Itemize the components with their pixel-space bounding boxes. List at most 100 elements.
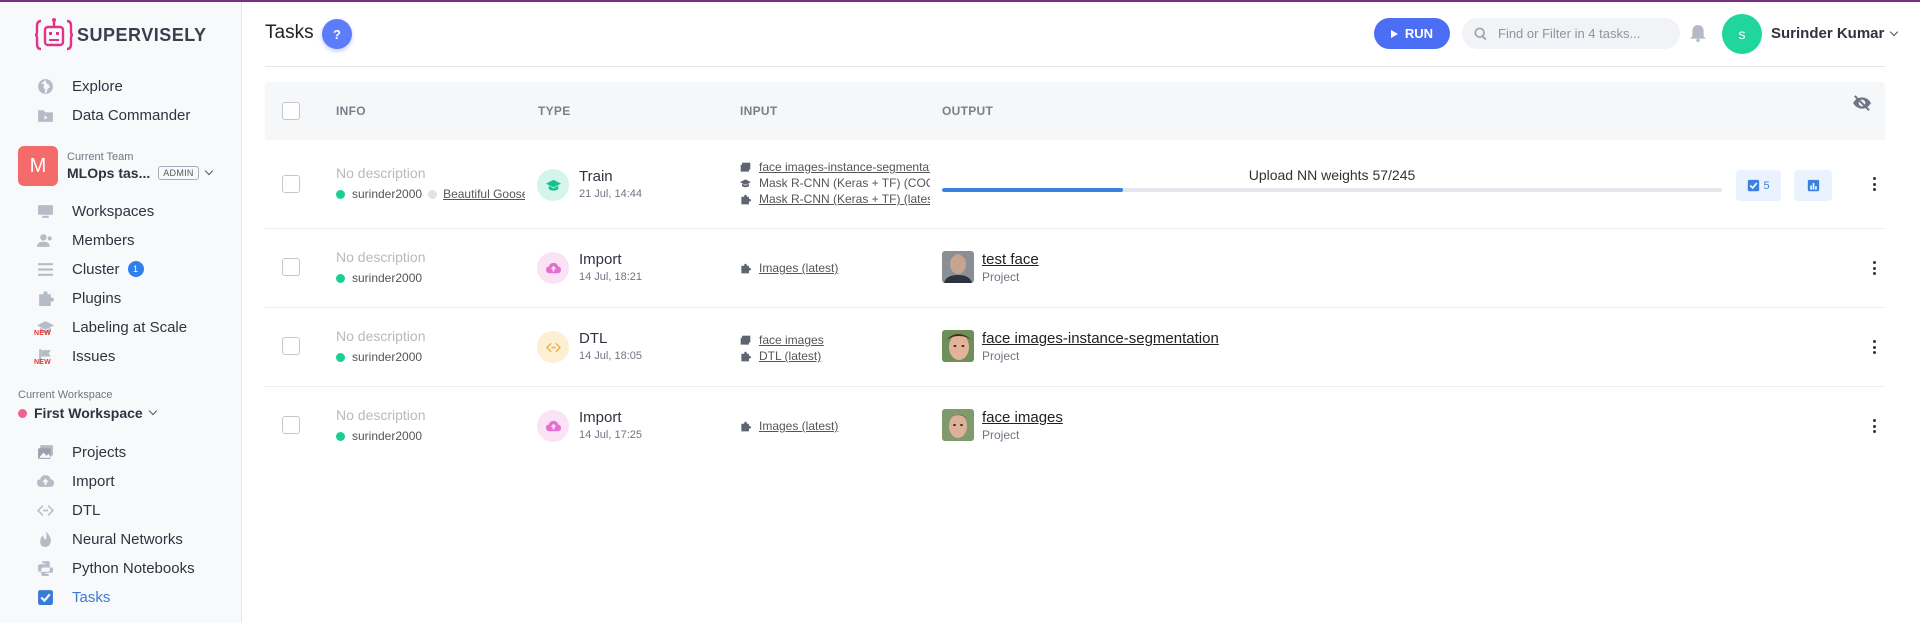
search-icon	[1474, 26, 1487, 40]
owner-name: surinder2000	[352, 271, 423, 285]
sidebar-item-members[interactable]: Members	[36, 228, 135, 252]
input-item[interactable]: Images (latest)	[740, 261, 930, 275]
avatar[interactable]: s	[1722, 14, 1762, 54]
team-caption: Current Team	[67, 151, 134, 163]
sidebar-item-plugins[interactable]: Plugins	[36, 286, 121, 310]
input-link[interactable]: Images (latest)	[759, 419, 838, 433]
team-switcher[interactable]: M Current Team MLOps tas... ADMIN	[18, 146, 213, 186]
checkpoints-count: 5	[1763, 179, 1770, 192]
chevron-down-icon	[148, 406, 157, 416]
input-item[interactable]: Images (latest)	[740, 419, 930, 433]
input-link[interactable]: DTL (latest)	[759, 349, 821, 363]
sidebar-item-label: Issues	[72, 347, 116, 365]
input-text: Mask R-CNN (Keras + TF) (COCO)	[759, 176, 930, 190]
output-project-link[interactable]: test face	[982, 251, 1039, 268]
column-header-info: INFO	[336, 104, 366, 118]
run-button[interactable]: RUN	[1374, 18, 1450, 49]
input-item: Mask R-CNN (Keras + TF) (COCO)	[740, 176, 930, 190]
graduation-cap-icon	[740, 178, 751, 187]
logo[interactable]: SUPERVISELY	[35, 16, 207, 54]
owner-name: surinder2000	[352, 187, 423, 201]
row-checkbox[interactable]	[282, 175, 300, 193]
sidebar-item-label: Explore	[72, 77, 123, 95]
output-project-link[interactable]: face images	[982, 409, 1063, 426]
monitor-icon	[36, 202, 54, 220]
table-row[interactable]: No description surinder2000 Import 14 Ju…	[265, 229, 1885, 308]
input-item[interactable]: face images-instance-segmentation	[740, 160, 930, 174]
row-menu-icon[interactable]	[1872, 340, 1876, 354]
sidebar-item-labeling-at-scale[interactable]: NEW Labeling at Scale	[34, 315, 187, 339]
workspace-name: First Workspace	[34, 405, 143, 421]
list-icon	[36, 260, 54, 278]
search-input[interactable]	[1498, 26, 1668, 41]
input-link[interactable]: face images-instance-segmentation	[759, 160, 930, 174]
bell-icon[interactable]	[1689, 24, 1707, 42]
user-menu[interactable]: Surinder Kumar	[1771, 25, 1899, 42]
run-button-label: RUN	[1404, 26, 1434, 41]
row-menu-icon[interactable]	[1872, 177, 1876, 191]
sidebar-item-python-notebooks[interactable]: Python Notebooks	[36, 556, 195, 580]
row-menu-icon[interactable]	[1872, 419, 1876, 433]
output-kind: Project	[982, 428, 1020, 442]
sidebar-item-import[interactable]: Import	[36, 469, 115, 493]
new-tag: NEW	[34, 359, 51, 366]
puzzle-icon	[741, 351, 751, 361]
sidebar-item-workspaces[interactable]: Workspaces	[36, 199, 154, 223]
sidebar-item-projects[interactable]: Projects	[36, 440, 126, 464]
role-badge: ADMIN	[158, 166, 199, 180]
sidebar-item-neural-networks[interactable]: Neural Networks	[36, 527, 183, 551]
sidebar-item-label: Import	[72, 472, 115, 490]
sidebar-item-tasks[interactable]: Tasks	[36, 585, 110, 609]
sidebar-item-label: Workspaces	[72, 202, 155, 220]
graduation-cap-icon: NEW	[34, 318, 54, 337]
task-date: 14 Jul, 18:05	[579, 350, 642, 362]
output-kind: Project	[982, 270, 1020, 284]
input-item[interactable]: face images	[740, 333, 930, 347]
task-type: Train	[579, 168, 613, 185]
row-checkbox[interactable]	[282, 416, 300, 434]
task-description: No description	[336, 249, 426, 265]
status-dot	[336, 352, 345, 362]
progress-label: Upload NN weights 57/245	[1248, 167, 1416, 183]
sidebar-item-label: Neural Networks	[72, 530, 183, 548]
metrics-chart-button[interactable]	[1794, 170, 1832, 201]
search-box[interactable]	[1462, 18, 1680, 49]
output-project-link[interactable]: face images-instance-segmentation	[982, 330, 1219, 347]
sidebar-item-data-commander[interactable]: Data Commander	[36, 103, 190, 127]
images-icon	[36, 443, 54, 461]
row-checkbox[interactable]	[282, 258, 300, 276]
sidebar-item-dtl[interactable]: DTL	[36, 498, 100, 522]
checkpoints-button[interactable]: 5	[1736, 170, 1781, 201]
table-row[interactable]: No description surinder2000 Beautiful Go…	[265, 140, 1885, 229]
sidebar-item-label: Cluster	[72, 260, 120, 278]
sidebar-item-label: Tasks	[72, 588, 111, 606]
help-button[interactable]: ?	[322, 19, 352, 49]
input-link[interactable]: Mask R-CNN (Keras + TF) (latest)	[759, 192, 930, 206]
session-link[interactable]: Beautiful Goose	[443, 187, 525, 201]
task-date: 21 Jul, 14:44	[579, 188, 642, 200]
flame-icon	[36, 530, 54, 548]
header-divider	[265, 66, 1885, 67]
select-all-checkbox[interactable]	[282, 102, 300, 120]
row-checkbox[interactable]	[282, 337, 300, 355]
progress-bar	[942, 188, 1722, 192]
row-menu-icon[interactable]	[1872, 261, 1876, 275]
import-type-icon	[537, 252, 569, 284]
chevron-down-icon	[204, 166, 213, 176]
task-type: DTL	[579, 330, 608, 347]
status-dot	[336, 431, 345, 441]
sidebar-item-cluster[interactable]: Cluster 1	[36, 257, 144, 281]
hide-columns-icon[interactable]	[1853, 94, 1871, 112]
sidebar-item-issues[interactable]: NEW Issues	[34, 344, 116, 368]
table-row[interactable]: No description surinder2000 Import 14 Ju…	[265, 387, 1885, 466]
input-item[interactable]: DTL (latest)	[740, 349, 930, 363]
input-item[interactable]: Mask R-CNN (Keras + TF) (latest)	[740, 192, 930, 206]
workspace-switcher[interactable]: Current Workspace First Workspace	[18, 389, 157, 421]
workspace-color-dot	[18, 408, 27, 418]
input-link[interactable]: face images	[759, 333, 824, 347]
table-row[interactable]: No description surinder2000 DTL 14 Jul, …	[265, 308, 1885, 387]
sidebar-item-explore[interactable]: Explore	[36, 74, 123, 98]
input-link[interactable]: Images (latest)	[759, 261, 838, 275]
top-accent-line	[0, 0, 1920, 2]
sidebar-item-label: Python Notebooks	[72, 559, 195, 577]
